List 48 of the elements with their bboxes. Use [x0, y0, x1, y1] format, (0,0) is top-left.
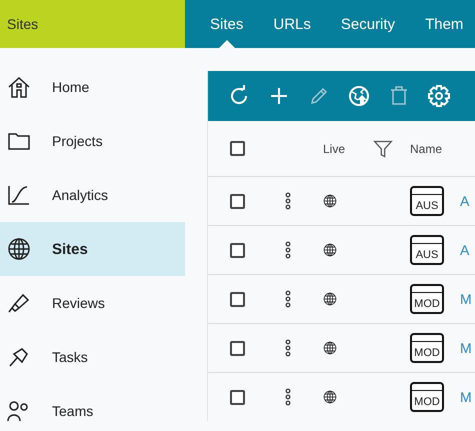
sidebar-item[interactable]: Teams: [0, 384, 185, 431]
sidebar-item[interactable]: Projects: [0, 114, 185, 168]
site-badge: AUS: [410, 235, 444, 265]
marker-icon: [7, 291, 31, 315]
row-checkbox[interactable]: [230, 340, 244, 356]
sidebar-item[interactable]: Reviews: [0, 276, 185, 330]
globe-icon: [7, 237, 31, 261]
globe-icon: [323, 292, 337, 306]
more-icon[interactable]: [285, 192, 291, 210]
site-name-link[interactable]: M: [458, 389, 475, 405]
row-checkbox[interactable]: [230, 292, 244, 306]
globe-icon: [323, 341, 337, 355]
row-checkbox[interactable]: [230, 390, 244, 404]
publish-button[interactable]: [347, 84, 371, 108]
pin-icon: [7, 345, 31, 369]
sidebar-item[interactable]: Tasks: [0, 330, 185, 384]
site-badge: AUS: [410, 186, 444, 216]
select-all-checkbox[interactable]: [230, 141, 244, 156]
sidebar-item[interactable]: Sites: [0, 222, 185, 276]
settings-button[interactable]: [427, 84, 451, 108]
globe-icon: [323, 194, 337, 208]
more-icon[interactable]: [285, 388, 291, 406]
home-icon: [7, 75, 31, 99]
app-title: Sites: [0, 0, 185, 48]
row-checkbox[interactable]: [230, 194, 244, 208]
more-icon[interactable]: [285, 241, 291, 259]
site-name-link[interactable]: M: [458, 340, 475, 356]
site-badge: MOD: [410, 333, 444, 363]
nav-tab[interactable]: Security: [326, 0, 410, 48]
more-icon[interactable]: [285, 339, 291, 357]
globe-icon: [323, 243, 337, 257]
more-icon[interactable]: [285, 290, 291, 308]
sidebar-item[interactable]: Home: [0, 60, 185, 114]
nav-tab[interactable]: URLs: [258, 0, 326, 48]
globe-icon: [323, 390, 337, 404]
sidebar-item[interactable]: Analytics: [0, 168, 185, 222]
site-badge: MOD: [410, 284, 444, 314]
chart-icon: [7, 183, 31, 207]
nav-tab[interactable]: Sites: [195, 0, 258, 48]
nav-tab[interactable]: Them: [410, 0, 475, 48]
site-name-link[interactable]: A: [458, 242, 475, 258]
column-header: Live: [322, 142, 346, 156]
site-badge: MOD: [410, 382, 444, 412]
site-name-link[interactable]: A: [458, 193, 475, 209]
column-header: Name: [410, 142, 444, 156]
filter-icon[interactable]: [373, 138, 393, 158]
row-checkbox[interactable]: [230, 242, 244, 258]
site-name-link[interactable]: M: [458, 291, 475, 307]
